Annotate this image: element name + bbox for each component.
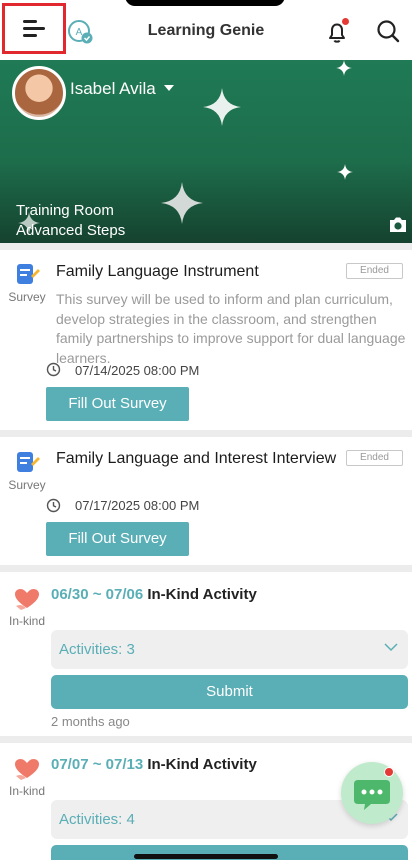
room-name: Training Room	[16, 202, 114, 219]
heart-hands-icon	[15, 759, 39, 780]
activity-label: In-Kind Activity	[147, 756, 257, 773]
caret-down-icon[interactable]	[164, 85, 174, 91]
section-divider	[0, 243, 412, 250]
survey-caption: Survey	[8, 290, 46, 304]
date-range: 07/07 ~ 07/13	[51, 756, 144, 773]
device-notch	[125, 0, 285, 6]
in-kind-title[interactable]: 06/30 ~ 07/06 In-Kind Activity	[51, 586, 257, 603]
status-badge: Ended	[346, 263, 403, 279]
in-kind-type-badge: In-kind	[6, 756, 48, 798]
survey-title[interactable]: Family Language and Interest Interview	[56, 450, 336, 468]
in-kind-title[interactable]: 07/07 ~ 07/13 In-Kind Activity	[51, 756, 257, 773]
in-kind-caption: In-kind	[8, 614, 46, 628]
status-badge: Ended	[346, 450, 403, 466]
survey-title[interactable]: Family Language Instrument	[56, 263, 259, 281]
in-kind-caption: In-kind	[8, 784, 46, 798]
date-range: 06/30 ~ 07/06	[51, 586, 144, 603]
survey-icon	[17, 264, 40, 284]
app-header: A Learning Genie	[0, 0, 412, 60]
survey-caption: Survey	[8, 478, 46, 492]
activity-label: In-Kind Activity	[147, 586, 257, 603]
in-kind-type-badge: In-kind	[6, 586, 48, 628]
survey-icon	[17, 452, 40, 472]
survey-type-badge: Survey	[6, 262, 48, 304]
home-indicator	[134, 854, 278, 859]
fill-out-survey-button[interactable]: Fill Out Survey	[46, 522, 189, 556]
user-name[interactable]: Isabel Avila	[70, 79, 156, 99]
notification-dot	[341, 17, 350, 26]
activities-count: Activities: 4	[59, 811, 135, 828]
section-divider	[0, 430, 412, 437]
heart-hands-icon	[15, 589, 39, 610]
class-banner: Isabel Avila Training Room Advanced Step…	[0, 60, 412, 243]
submit-button[interactable]: Submit	[51, 675, 408, 709]
sparkle-icon	[337, 164, 353, 180]
activities-count: Activities: 3	[59, 641, 135, 658]
survey-date: 07/17/2025 08:00 PM	[75, 498, 200, 513]
sparkle-icon	[336, 60, 352, 76]
section-divider	[0, 736, 412, 743]
chevron-down-icon	[384, 643, 398, 652]
sparkle-icon	[161, 182, 203, 224]
survey-type-badge: Survey	[6, 450, 48, 492]
survey-date: 07/14/2025 08:00 PM	[75, 363, 200, 378]
camera-icon[interactable]	[388, 216, 408, 233]
chat-notification-dot	[384, 767, 394, 777]
search-icon[interactable]	[375, 18, 401, 44]
survey-description: This survey will be used to inform and p…	[56, 291, 406, 366]
fill-out-survey-button[interactable]: Fill Out Survey	[46, 387, 189, 421]
activities-dropdown[interactable]: Activities: 3	[51, 630, 408, 669]
clock-icon	[46, 362, 61, 377]
sparkle-icon	[203, 88, 241, 126]
clock-icon	[46, 498, 61, 513]
avatar[interactable]	[12, 66, 66, 120]
room-group: Advanced Steps	[16, 222, 126, 239]
section-divider	[0, 565, 412, 572]
timestamp: 2 months ago	[51, 714, 130, 729]
